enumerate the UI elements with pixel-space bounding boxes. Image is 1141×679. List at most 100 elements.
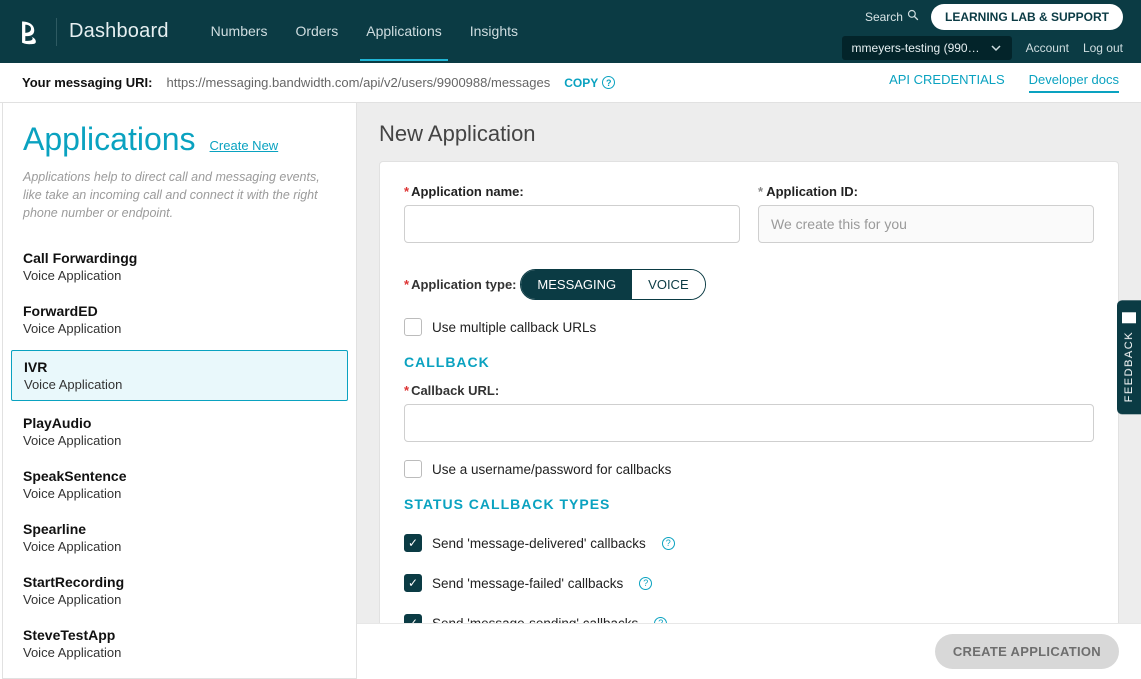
section-status-heading: STATUS CALLBACK TYPES [404, 496, 1094, 512]
status-callback-row: Send 'message-delivered' callbacks? [404, 534, 1094, 552]
list-item[interactable]: IVR Voice Application [11, 350, 348, 401]
create-application-button[interactable]: CREATE APPLICATION [935, 634, 1119, 669]
app-name: IVR [24, 359, 335, 375]
app-type-label-text: Application type: [411, 277, 516, 292]
status-callback-label: Send 'message-failed' callbacks [432, 576, 623, 591]
main: Applications Create New Applications hel… [0, 103, 1141, 679]
page-title: New Application [379, 121, 1119, 147]
app-type: Voice Application [23, 321, 336, 336]
copy-label: COPY [564, 76, 598, 90]
top-nav-row1: Search LEARNING LAB & SUPPORT [865, 4, 1123, 30]
checkbox-status[interactable] [404, 534, 422, 552]
top-nav-menu: Numbers Orders Applications Insights [197, 0, 532, 63]
checkbox-multi-callback[interactable] [404, 318, 422, 336]
checkbox-auth-callback[interactable] [404, 460, 422, 478]
help-icon[interactable]: ? [662, 537, 675, 550]
list-item[interactable]: Tech SupportVoice Application [3, 670, 356, 679]
app-name: SpeakSentence [23, 468, 336, 484]
app-type: Voice Application [23, 486, 336, 501]
content-scroll[interactable]: New Application *Application name: * App… [357, 103, 1141, 623]
status-callback-row: Send 'message-sending' callbacks? [404, 614, 1094, 623]
app-name-label: *Application name: [404, 184, 740, 199]
nav-numbers[interactable]: Numbers [197, 0, 282, 63]
content: New Application *Application name: * App… [357, 103, 1141, 679]
account-link[interactable]: Account [1026, 41, 1069, 55]
uri-bar-left: Your messaging URI: https://messaging.ba… [22, 75, 615, 90]
list-item[interactable]: SpeakSentence Voice Application [3, 458, 356, 511]
row-auth-callback: Use a username/password for callbacks [404, 460, 1094, 478]
developer-docs-link[interactable]: Developer docs [1029, 72, 1119, 93]
uri-bar: Your messaging URI: https://messaging.ba… [0, 63, 1141, 103]
app-name: ForwardED [23, 303, 336, 319]
app-type-segment: MESSAGING VOICE [520, 269, 705, 300]
seg-voice[interactable]: VOICE [632, 270, 704, 299]
uri-label: Your messaging URI: [22, 75, 153, 90]
app-name: SteveTestApp [23, 627, 336, 643]
copy-button[interactable]: COPY ? [564, 76, 615, 90]
footer-bar: CREATE APPLICATION [357, 623, 1141, 679]
checkbox-status[interactable] [404, 614, 422, 623]
form-card: *Application name: * Application ID: *Ap… [379, 161, 1119, 623]
list-item[interactable]: Call Forwardingg Voice Application [3, 240, 356, 293]
field-app-type: *Application type: MESSAGING VOICE [404, 263, 1094, 300]
app-name: PlayAudio [23, 415, 336, 431]
feedback-tab[interactable]: FEEDBACK [1117, 300, 1141, 414]
seg-messaging[interactable]: MESSAGING [521, 270, 632, 299]
row-multi-callback: Use multiple callback URLs [404, 318, 1094, 336]
create-new-link[interactable]: Create New [210, 138, 279, 153]
app-name: Spearline [23, 521, 336, 537]
sidebar[interactable]: Applications Create New Applications hel… [2, 103, 357, 679]
learning-lab-button[interactable]: LEARNING LAB & SUPPORT [931, 4, 1123, 30]
nav-orders[interactable]: Orders [281, 0, 352, 63]
app-type: Voice Application [24, 377, 335, 392]
sidebar-header: Applications Create New [3, 121, 356, 158]
app-id-input [758, 205, 1094, 243]
app-type: Voice Application [23, 645, 336, 660]
nav-applications[interactable]: Applications [352, 0, 456, 63]
feedback-icon [1122, 312, 1136, 323]
top-nav: Dashboard Numbers Orders Applications In… [0, 0, 1141, 63]
callback-url-input[interactable] [404, 404, 1094, 442]
feedback-label: FEEDBACK [1123, 331, 1135, 402]
brand-title: Dashboard [69, 20, 169, 43]
help-icon[interactable]: ? [602, 76, 615, 89]
status-callback-list: Send 'message-delivered' callbacks? Send … [404, 534, 1094, 623]
api-credentials-link[interactable]: API CREDENTIALS [889, 72, 1005, 93]
app-name: Call Forwardingg [23, 250, 336, 266]
app-type: Voice Application [23, 268, 336, 283]
list-item[interactable]: Spearline Voice Application [3, 511, 356, 564]
field-callback-url: *Callback URL: [404, 382, 1094, 442]
row-name-id: *Application name: * Application ID: [404, 184, 1094, 243]
app-type: Voice Application [23, 539, 336, 554]
search-label: Search [865, 10, 903, 24]
app-name-label-text: Application name: [411, 184, 524, 199]
callback-url-label-text: Callback URL: [411, 383, 499, 398]
brand-block[interactable]: Dashboard [18, 18, 169, 46]
multi-callback-label: Use multiple callback URLs [432, 320, 596, 335]
nav-insights[interactable]: Insights [456, 0, 532, 63]
top-nav-left: Dashboard Numbers Orders Applications In… [18, 0, 532, 63]
list-item[interactable]: StartRecording Voice Application [3, 564, 356, 617]
section-callback-heading: CALLBACK [404, 354, 1094, 370]
list-item[interactable]: ForwardED Voice Application [3, 293, 356, 346]
uri-value: https://messaging.bandwidth.com/api/v2/u… [167, 75, 551, 90]
field-app-id: * Application ID: [758, 184, 1094, 243]
bandwidth-logo-icon [18, 19, 44, 45]
app-id-label: * Application ID: [758, 184, 1094, 199]
logout-link[interactable]: Log out [1083, 41, 1123, 55]
list-item[interactable]: PlayAudio Voice Application [3, 405, 356, 458]
app-type: Voice Application [23, 433, 336, 448]
sidebar-description: Applications help to direct call and mes… [3, 158, 356, 240]
account-dropdown[interactable]: mmeyers-testing (990… [842, 36, 1012, 60]
app-type: Voice Application [23, 592, 336, 607]
app-name-input[interactable] [404, 205, 740, 243]
status-callback-label: Send 'message-sending' callbacks [432, 616, 638, 624]
search-link[interactable]: Search [865, 9, 919, 24]
app-name: StartRecording [23, 574, 336, 590]
search-icon [907, 9, 919, 24]
app-type-label: *Application type: [404, 277, 517, 292]
list-item[interactable]: SteveTestApp Voice Application [3, 617, 356, 670]
top-nav-row2: mmeyers-testing (990… Account Log out [842, 36, 1123, 60]
help-icon[interactable]: ? [639, 577, 652, 590]
checkbox-status[interactable] [404, 574, 422, 592]
